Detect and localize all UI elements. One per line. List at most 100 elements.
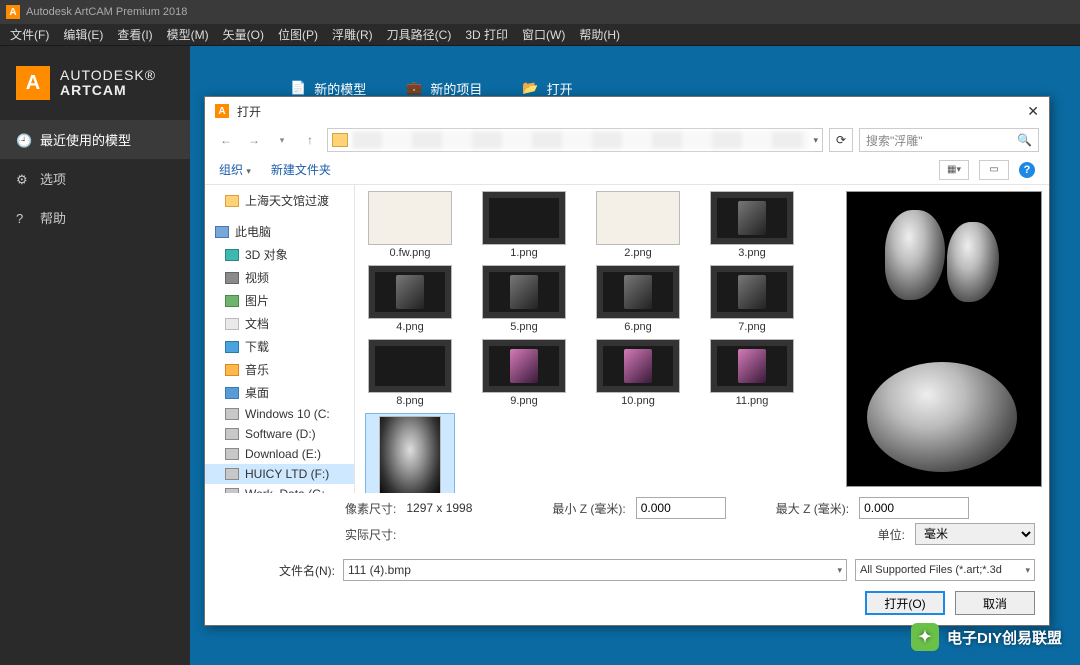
nav-help-label: 帮助 (40, 208, 66, 227)
file-item-selected[interactable]: 111 (4).bmp (365, 413, 455, 493)
tree-item-drive-c[interactable]: Windows 10 (C: (205, 404, 354, 424)
menu-help[interactable]: 帮助(H) (579, 26, 620, 43)
tree-item-drive-g[interactable]: Work_Data (G: (205, 484, 354, 493)
file-item[interactable]: 7.png (707, 265, 797, 333)
open-label: 打开 (547, 79, 573, 98)
dialog-params-row2: 实际尺寸: 单位: 毫米 (205, 523, 1049, 549)
file-item[interactable]: 8.png (365, 339, 455, 407)
menu-vector[interactable]: 矢量(O) (223, 26, 264, 43)
menu-3dprint[interactable]: 3D 打印 (465, 26, 508, 43)
app-title: Autodesk ArtCAM Premium 2018 (26, 6, 187, 18)
preview-pane-button[interactable]: ▭ (979, 160, 1009, 180)
new-model-button[interactable]: 📄新的模型 (290, 79, 366, 98)
drive-icon (225, 468, 239, 480)
nav-up-icon[interactable]: ↑ (299, 129, 321, 151)
path-bar[interactable]: ▾ (327, 128, 823, 152)
tree-item-drive-e[interactable]: Download (E:) (205, 444, 354, 464)
nav-options-label: 选项 (40, 169, 66, 188)
open-button[interactable]: 打开(O) (865, 591, 945, 615)
new-project-button[interactable]: 💼新的项目 (406, 79, 482, 98)
file-item[interactable]: 0.fw.png (365, 191, 455, 259)
view-mode-button[interactable]: ▦ ▾ (939, 160, 969, 180)
file-grid: 0.fw.png 1.png 2.png 3.png 4.png 5.png 6… (355, 185, 839, 493)
minz-input[interactable] (636, 497, 726, 519)
dialog-params: 像素尺寸: 1297 x 1998 最小 Z (毫米): 最大 Z (毫米): (205, 493, 1049, 523)
search-placeholder: 搜索"浮雕" (866, 132, 923, 149)
file-item[interactable]: 11.png (707, 339, 797, 407)
file-item[interactable]: 2.png (593, 191, 683, 259)
menu-file[interactable]: 文件(F) (10, 26, 49, 43)
thumbnail (596, 191, 680, 245)
menu-window[interactable]: 窗口(W) (522, 26, 565, 43)
open-button[interactable]: 📂打开 (522, 79, 572, 98)
tree-item-picture[interactable]: 图片 (205, 289, 354, 312)
help-icon[interactable]: ? (1019, 162, 1035, 178)
nav-forward-icon[interactable]: → (243, 129, 265, 151)
dialog-buttons: 打开(O) 取消 (205, 585, 1049, 625)
close-icon[interactable]: ✕ (1027, 103, 1039, 120)
tree-item-drive-d[interactable]: Software (D:) (205, 424, 354, 444)
file-name: 3.png (738, 247, 766, 259)
tree-item-music[interactable]: 音乐 (205, 358, 354, 381)
menu-view[interactable]: 查看(I) (117, 26, 152, 43)
file-item[interactable]: 9.png (479, 339, 569, 407)
organize-menu[interactable]: 组织 ▾ (219, 161, 251, 178)
filename-input[interactable]: 111 (4).bmp▾ (343, 559, 847, 581)
file-item[interactable]: 5.png (479, 265, 569, 333)
menu-toolpath[interactable]: 刀具路径(C) (387, 26, 452, 43)
menu-edit[interactable]: 编辑(E) (63, 26, 103, 43)
path-blurred (352, 131, 809, 149)
refresh-icon[interactable]: ⟳ (829, 128, 853, 152)
tree-item-video[interactable]: 视频 (205, 266, 354, 289)
tree-item-museum[interactable]: 上海天文馆过渡 (205, 189, 354, 212)
tree-item-download[interactable]: 下载 (205, 335, 354, 358)
brand-logo-icon: A (16, 66, 50, 100)
menu-bitmap[interactable]: 位图(P) (278, 26, 318, 43)
file-name: 6.png (624, 321, 652, 333)
tree-item-desktop[interactable]: 桌面 (205, 381, 354, 404)
chevron-down-icon[interactable]: ▾ (837, 565, 842, 576)
tree-item-thispc[interactable]: 此电脑 (205, 220, 354, 243)
thumbnail (482, 191, 566, 245)
new-project-label: 新的项目 (430, 79, 482, 98)
menu-model[interactable]: 模型(M) (167, 26, 209, 43)
file-item[interactable]: 4.png (365, 265, 455, 333)
dialog-nav: ← → ▾ ↑ ▾ ⟳ 搜索"浮雕" 🔍 (205, 125, 1049, 155)
maxz-label: 最大 Z (毫米): (776, 500, 849, 517)
tree-item-3d[interactable]: 3D 对象 (205, 243, 354, 266)
music-icon (225, 364, 239, 376)
dialog-filename-row: 文件名(N): 111 (4).bmp▾ All Supported Files… (205, 549, 1049, 585)
app-titlebar: A Autodesk ArtCAM Premium 2018 (0, 0, 1080, 24)
file-name: 2.png (624, 247, 652, 259)
file-name: 10.png (621, 395, 655, 407)
search-icon: 🔍 (1017, 133, 1032, 147)
new-folder-button[interactable]: 新建文件夹 (271, 161, 331, 178)
cancel-button[interactable]: 取消 (955, 591, 1035, 615)
thumbnail (368, 265, 452, 319)
nav-recent-models[interactable]: 🕘 最近使用的模型 (0, 120, 190, 159)
thumbnail (379, 416, 441, 493)
chevron-down-icon[interactable]: ▾ (1025, 565, 1030, 576)
nav-help[interactable]: ? 帮助 (0, 198, 190, 237)
file-item[interactable]: 10.png (593, 339, 683, 407)
unit-select[interactable]: 毫米 (915, 523, 1035, 545)
tree-item-drive-f[interactable]: HUICY LTD (F:) (205, 464, 354, 484)
file-item[interactable]: 1.png (479, 191, 569, 259)
menu-relief[interactable]: 浮雕(R) (332, 26, 373, 43)
file-icon: 📄 (290, 80, 306, 96)
nav-history-icon[interactable]: ▾ (271, 129, 293, 151)
file-name: 9.png (510, 395, 538, 407)
pc-icon (215, 226, 229, 238)
file-filter-select[interactable]: All Supported Files (*.art;*.3d▾ (855, 559, 1035, 581)
maxz-input[interactable] (859, 497, 969, 519)
chevron-down-icon[interactable]: ▾ (813, 135, 818, 146)
folder-tree: 上海天文馆过渡 此电脑 3D 对象 视频 图片 文档 下载 音乐 桌面 Wind… (205, 185, 355, 493)
nav-options[interactable]: ⚙ 选项 (0, 159, 190, 198)
nav-back-icon[interactable]: ← (215, 129, 237, 151)
brand: A AUTODESK® ARTCAM (0, 46, 190, 120)
tree-item-doc[interactable]: 文档 (205, 312, 354, 335)
wechat-icon: ✦ (911, 623, 939, 651)
file-item[interactable]: 3.png (707, 191, 797, 259)
file-item[interactable]: 6.png (593, 265, 683, 333)
search-input[interactable]: 搜索"浮雕" 🔍 (859, 128, 1039, 152)
